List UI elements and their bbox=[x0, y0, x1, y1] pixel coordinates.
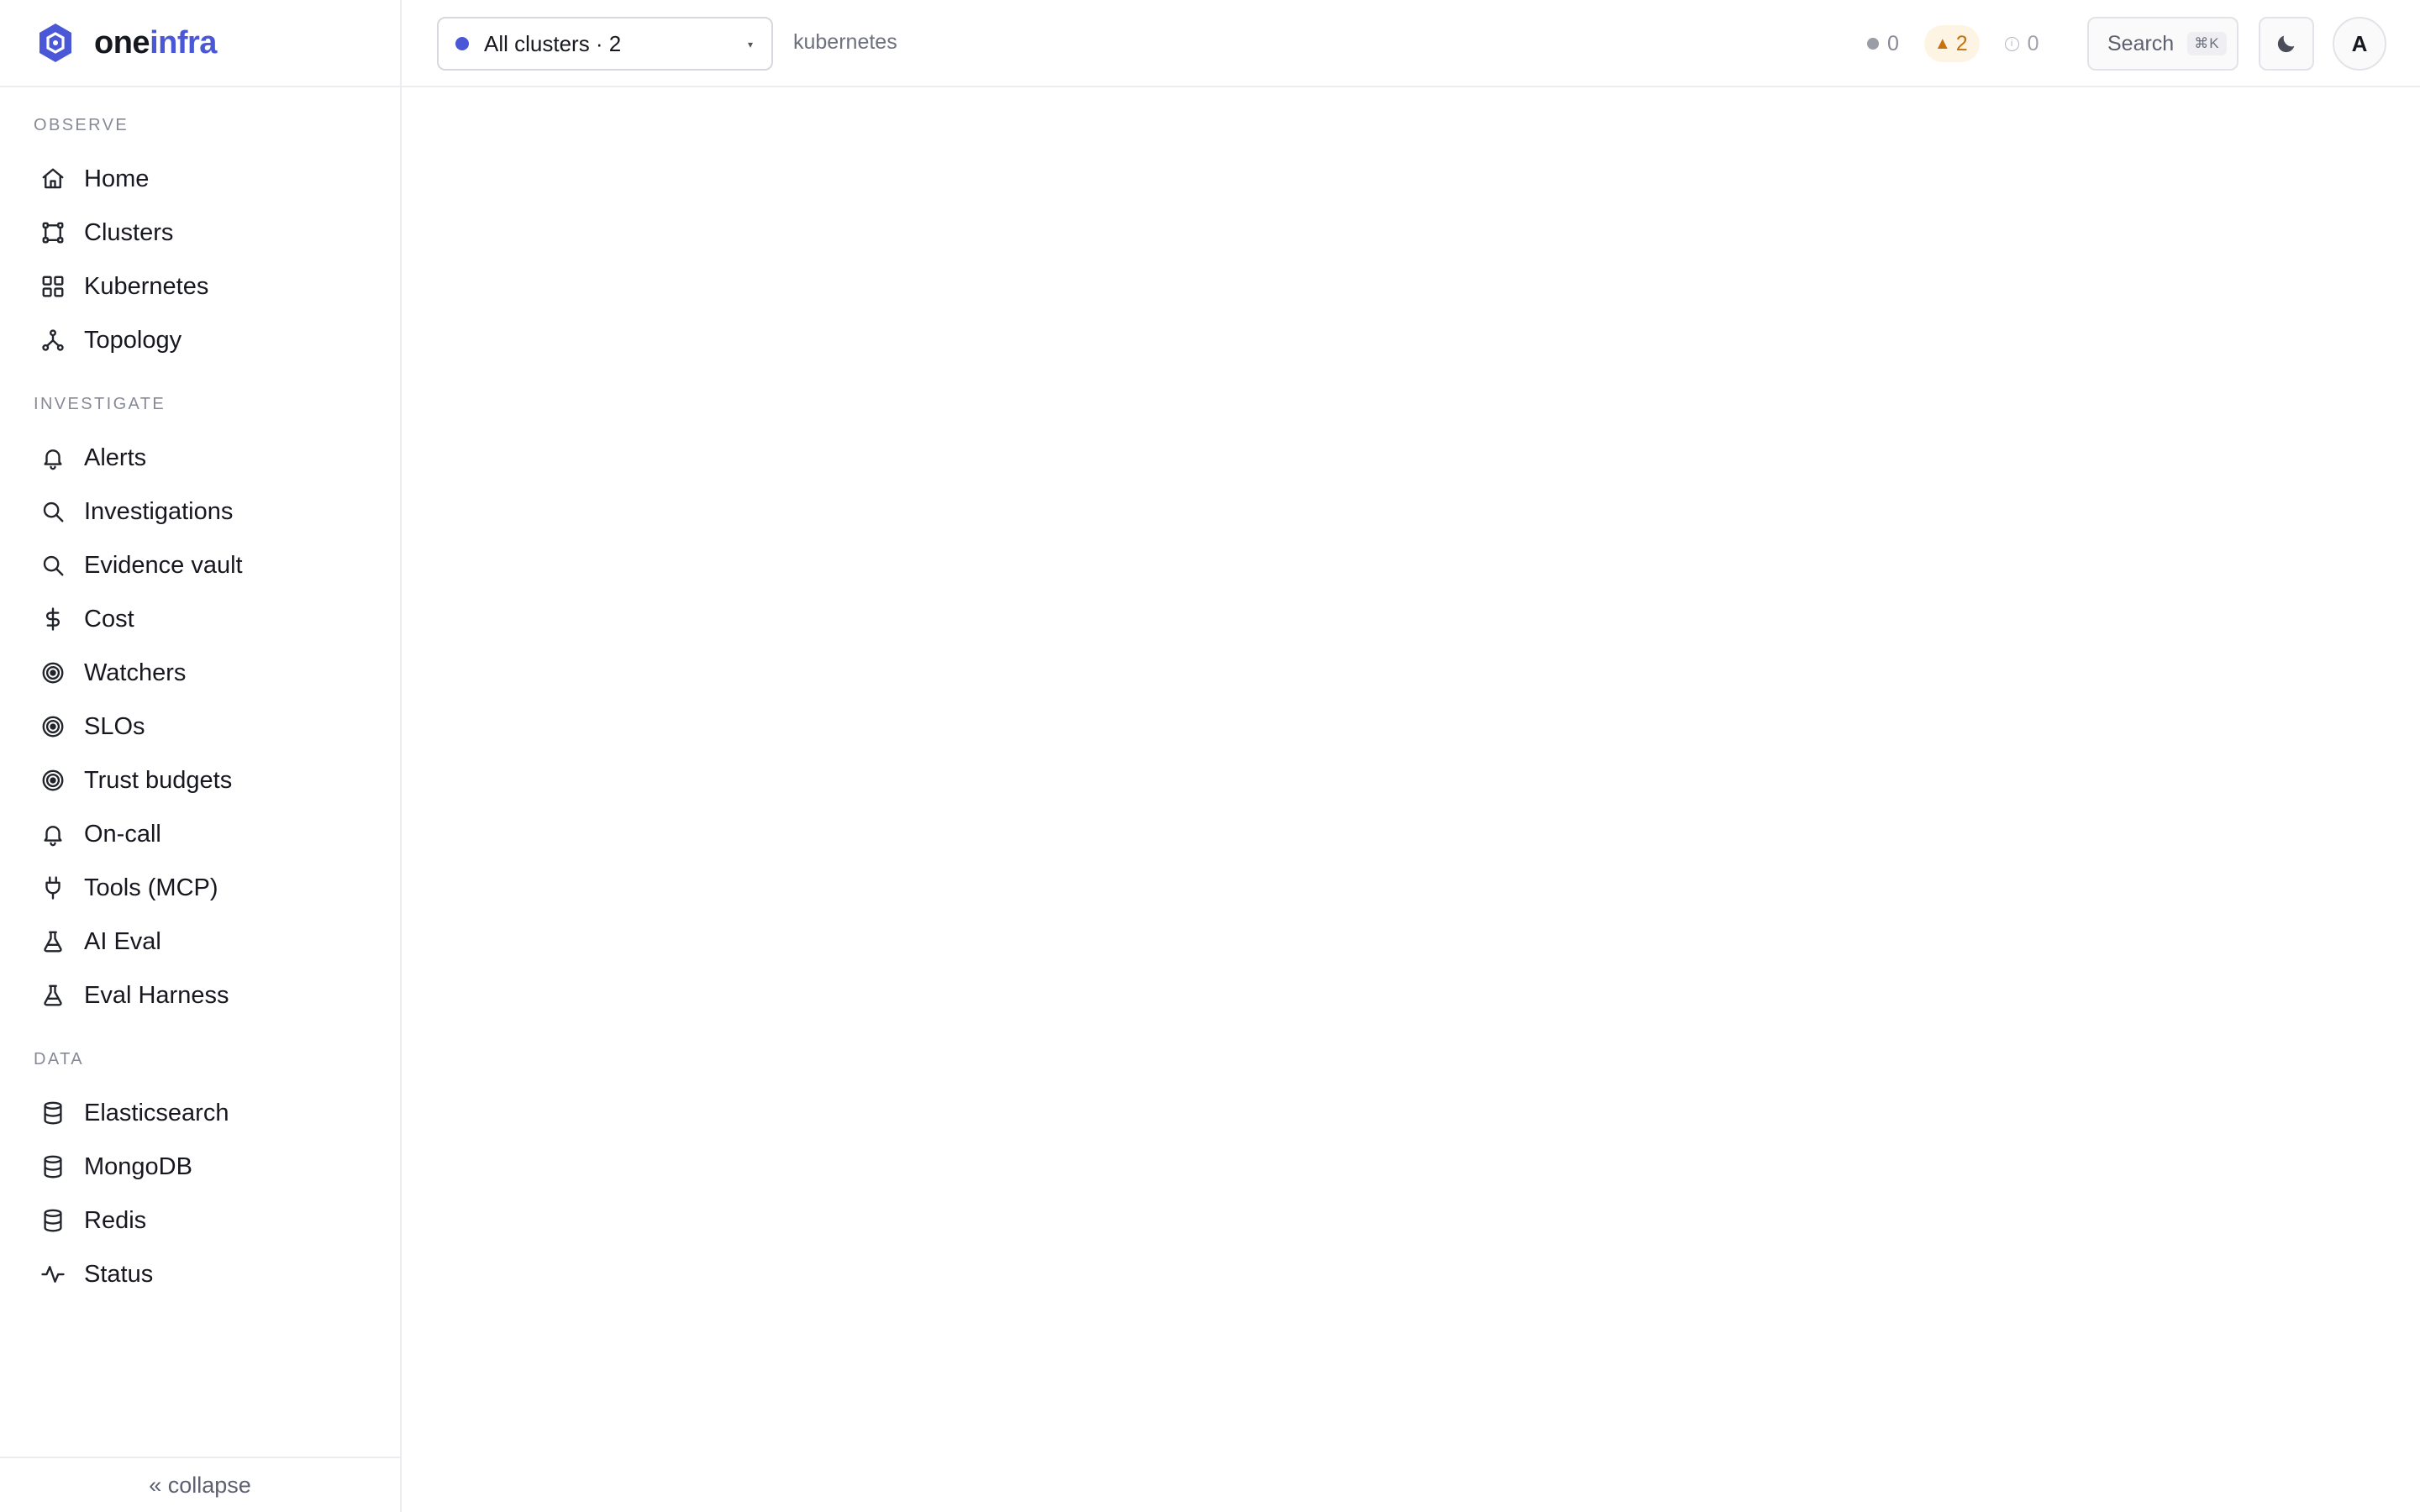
moon-icon bbox=[2277, 35, 2295, 53]
section-title-data: DATA bbox=[34, 1050, 84, 1068]
sidebar-item-topology[interactable]: Topology bbox=[24, 316, 380, 365]
search-button[interactable]: Search ⌘K bbox=[2087, 17, 2238, 71]
cluster-selector-label: All clusters · 2 bbox=[484, 30, 622, 56]
hexagon-logo-icon bbox=[39, 24, 71, 62]
clusters-icon bbox=[42, 222, 64, 244]
sidebar-item-home[interactable]: Home bbox=[24, 155, 380, 203]
brand[interactable]: oneinfra bbox=[0, 0, 400, 87]
warning-count-badge[interactable]: ▲ 2 bbox=[1923, 25, 1980, 62]
sidebar: oneinfra OBSERVE Home Clusters Kubernete… bbox=[0, 0, 402, 1512]
status-counts: 0 ▲ 2 i 0 bbox=[1867, 25, 2039, 62]
sidebar-item-label: Redis bbox=[84, 1206, 147, 1234]
sidebar-item-kubernetes[interactable]: Kubernetes bbox=[24, 262, 380, 311]
avatar[interactable]: A bbox=[2333, 17, 2386, 71]
database-icon bbox=[44, 1101, 62, 1125]
sidebar-item-label: Alerts bbox=[84, 444, 147, 471]
sidebar-item-elasticsearch[interactable]: Elasticsearch bbox=[24, 1089, 380, 1137]
warning-count-value: 2 bbox=[1955, 31, 1968, 55]
sidebar-item-status[interactable]: Status bbox=[24, 1250, 380, 1299]
flask-icon bbox=[44, 984, 62, 1006]
dollar-icon bbox=[45, 607, 60, 631]
sidebar-item-ai-eval[interactable]: AI Eval bbox=[24, 917, 380, 966]
sidebar-item-eval-harness[interactable]: Eval Harness bbox=[24, 971, 380, 1020]
activity-icon bbox=[41, 1266, 65, 1283]
flask-icon bbox=[44, 931, 62, 953]
sidebar-item-label: MongoDB bbox=[84, 1152, 192, 1180]
sidebar-item-evidence-vault[interactable]: Evidence vault bbox=[24, 541, 380, 590]
info-count-value: 0 bbox=[2027, 31, 2039, 55]
cluster-status-dot bbox=[455, 37, 469, 50]
topbar: All clusters · 2 ▾ kubernetes 0 ▲ 2 i 0 … bbox=[402, 0, 2420, 87]
home-icon bbox=[42, 168, 64, 189]
search-shortcut: ⌘K bbox=[2187, 32, 2227, 55]
plug-icon bbox=[45, 876, 60, 900]
sidebar-item-label: Clusters bbox=[84, 218, 174, 246]
brand-name: oneinfra bbox=[94, 24, 217, 60]
sidebar-item-label: SLOs bbox=[84, 712, 145, 740]
sidebar-item-label: Kubernetes bbox=[84, 272, 209, 300]
sidebar-item-label: AI Eval bbox=[84, 927, 161, 955]
sidebar-item-investigations[interactable]: Investigations bbox=[24, 487, 380, 536]
breadcrumb: kubernetes bbox=[793, 30, 897, 54]
grid-icon bbox=[42, 276, 64, 297]
warning-triangle-icon: ▲ bbox=[1933, 34, 1951, 53]
grey-count-badge[interactable]: 0 bbox=[1867, 25, 1899, 62]
sidebar-item-label: Eval Harness bbox=[84, 981, 229, 1009]
sidebar-item-label: On-call bbox=[84, 820, 161, 848]
info-icon: i bbox=[2004, 36, 2019, 51]
sidebar-item-label: Topology bbox=[84, 326, 182, 354]
sidebar-item-label: Status bbox=[84, 1260, 154, 1288]
bell-icon bbox=[44, 449, 62, 470]
sidebar-item-watchers[interactable]: Watchers bbox=[24, 648, 380, 697]
grey-count-value: 0 bbox=[1887, 31, 1899, 55]
sidebar-item-tools-mcp[interactable]: Tools (MCP) bbox=[24, 864, 380, 912]
search-label: Search bbox=[2107, 31, 2175, 55]
chevron-down-icon: ▾ bbox=[747, 39, 753, 50]
target-icon bbox=[42, 662, 64, 684]
sidebar-item-clusters[interactable]: Clusters bbox=[24, 208, 380, 257]
collapse-sidebar-button[interactable]: « collapse bbox=[0, 1457, 400, 1512]
sidebar-item-on-call[interactable]: On-call bbox=[24, 810, 380, 858]
target-icon bbox=[42, 716, 64, 738]
database-icon bbox=[44, 1155, 62, 1179]
topology-icon bbox=[42, 329, 64, 351]
sidebar-item-alerts[interactable]: Alerts bbox=[24, 433, 380, 482]
info-count-badge[interactable]: i 0 bbox=[2004, 25, 2039, 62]
section-title-investigate: INVESTIGATE bbox=[34, 395, 166, 413]
sidebar-item-label: Cost bbox=[84, 605, 134, 633]
sidebar-item-label: Tools (MCP) bbox=[84, 874, 218, 901]
theme-toggle-button[interactable] bbox=[2259, 17, 2314, 71]
search-icon bbox=[43, 501, 64, 522]
sidebar-item-redis[interactable]: Redis bbox=[24, 1196, 380, 1245]
sidebar-item-trust-budgets[interactable]: Trust budgets bbox=[24, 756, 380, 805]
bell-icon bbox=[44, 826, 62, 847]
search-icon bbox=[43, 555, 64, 576]
sidebar-item-cost[interactable]: Cost bbox=[24, 595, 380, 643]
app-root: oneinfra OBSERVE Home Clusters Kubernete… bbox=[0, 0, 2420, 1512]
sidebar-item-label: Elasticsearch bbox=[84, 1099, 229, 1126]
target-icon bbox=[42, 769, 64, 791]
main-content bbox=[402, 87, 2420, 1512]
sidebar-item-label: Watchers bbox=[84, 659, 187, 686]
sidebar-item-mongodb[interactable]: MongoDB bbox=[24, 1142, 380, 1191]
section-title-observe: OBSERVE bbox=[34, 116, 129, 134]
grey-dot-icon bbox=[1867, 38, 1879, 50]
sidebar-item-label: Evidence vault bbox=[84, 551, 243, 579]
sidebar-item-slos[interactable]: SLOs bbox=[24, 702, 380, 751]
sidebar-item-label: Investigations bbox=[84, 497, 234, 525]
sidebar-item-label: Trust budgets bbox=[84, 766, 233, 794]
sidebar-item-label: Home bbox=[84, 165, 150, 192]
cluster-selector[interactable]: All clusters · 2 ▾ bbox=[437, 17, 773, 71]
database-icon bbox=[44, 1209, 62, 1232]
